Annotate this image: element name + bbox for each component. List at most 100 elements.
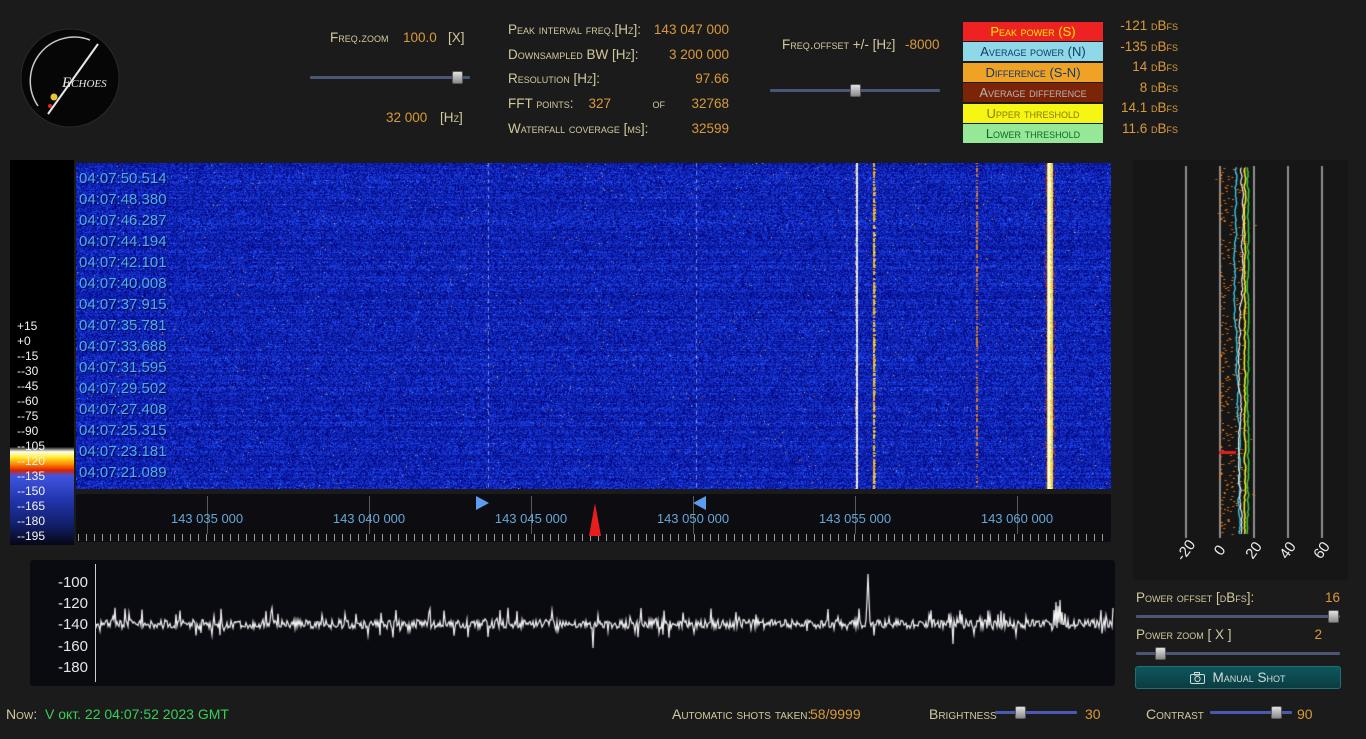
stat-label: Downsampled BW [Hz]: (508, 47, 639, 62)
camera-icon (1190, 672, 1205, 684)
slider-handle[interactable] (1328, 610, 1339, 623)
waterfall-timestamp: 04:07:27.408 (79, 401, 167, 418)
power-zoom-label: Power zoom [ X ] (1136, 627, 1232, 642)
power-offset-slider[interactable] (1136, 609, 1340, 624)
power-zoom-row: Power zoom [ X ] 2 (1136, 627, 1340, 643)
freq-tick-label: 143 055 000 (795, 511, 915, 526)
slider-handle[interactable] (850, 84, 861, 97)
legend-button-6[interactable]: Lower threshold (963, 124, 1103, 143)
freq-zoom-slider[interactable] (310, 70, 470, 85)
spectrum-y-label: -120 (30, 595, 88, 612)
stat-row: Peak interval freq.[Hz]:143 047 000 (508, 22, 729, 47)
db-scale-label: --105 (17, 439, 45, 453)
freq-tick-label: 143 050 000 (633, 511, 753, 526)
waterfall-timestamp: 04:07:33.688 (79, 338, 167, 355)
stat-value: 3 200 000 (669, 47, 729, 62)
freq-offset-label: Freq.offset +/- [Hz] (782, 37, 895, 52)
offset-marker-right-arrow[interactable] (693, 496, 706, 510)
db-scale-label: --135 (17, 469, 45, 483)
freq-span-unit: [Hz] (440, 110, 463, 125)
legend-value-3: 14 dBfs (1096, 57, 1178, 78)
legend-button-4[interactable]: Average difference (963, 83, 1103, 102)
freq-offset-value: -8000 (905, 37, 940, 52)
slider-handle[interactable] (452, 71, 463, 84)
waterfall-timestamp: 04:07:50.514 (79, 170, 167, 187)
freq-zoom-label: Freq.zoom (330, 30, 389, 45)
offset-marker-left-arrow[interactable] (476, 496, 489, 510)
waterfall-timestamp: 04:07:29.502 (79, 380, 167, 397)
freq-tick-label: 143 045 000 (471, 511, 591, 526)
db-scale-label: --75 (17, 409, 38, 423)
slider-handle[interactable] (1155, 647, 1166, 660)
power-zoom-value: 2 (1314, 627, 1322, 642)
waterfall-timestamp: 04:07:25.315 (79, 422, 167, 439)
db-scale-label: --90 (17, 424, 38, 438)
power-zoom-slider[interactable] (1136, 646, 1340, 661)
stat-row: Downsampled BW [Hz]: 3 200 000 (508, 47, 729, 72)
power-offset-label: Power offset [dBfs]: (1136, 590, 1254, 605)
freq-offset-slider[interactable] (770, 83, 940, 98)
legend-value-6: 11.6 dBfs (1096, 119, 1178, 140)
db-scale-label: --30 (17, 364, 38, 378)
now-label: Now: (6, 706, 37, 722)
legend-value-2: -135 dBfs (1096, 37, 1178, 58)
stat-value: 32599 (691, 121, 729, 136)
db-scale-label: --120 (17, 454, 45, 468)
stat-label: FFT points: (508, 96, 574, 111)
waterfall-timestamp: 04:07:44.194 (79, 233, 167, 250)
brightness-slider[interactable] (995, 705, 1077, 720)
slider-groove (1136, 615, 1340, 618)
stat-row: Resolution [Hz]:97.66 (508, 71, 729, 96)
power-offset-row: Power offset [dBfs]: 16 (1136, 590, 1340, 606)
legend-button-5[interactable]: Upper threshold (963, 104, 1103, 123)
side-spectrum-traces (1133, 160, 1348, 580)
echoes-main-window: Echoes Freq.zoom 100.0 [X] 32 000 [Hz] P… (0, 0, 1366, 739)
brightness-label: Brightness (929, 706, 997, 722)
now-value: V окт. 22 04:07:52 2023 GMT (45, 706, 229, 722)
legend-button-2[interactable]: Average power (N) (963, 42, 1103, 61)
slider-handle[interactable] (1271, 706, 1282, 719)
slider-handle[interactable] (1015, 706, 1026, 719)
db-scale-label: --165 (17, 499, 45, 513)
waterfall-display[interactable] (76, 163, 1111, 489)
waterfall-timestamp: 04:07:37.915 (79, 296, 167, 313)
db-scale-label: --150 (17, 484, 45, 498)
stat-value: 97.66 (695, 71, 729, 86)
waterfall-timestamp: 04:07:42.101 (79, 254, 167, 271)
legend-button-1[interactable]: Peak power (S) (963, 22, 1103, 41)
manual-shot-button[interactable]: Manual Shot (1135, 666, 1341, 689)
db-scale-label: --180 (17, 514, 45, 528)
stats-panel: Peak interval freq.[Hz]:143 047 000Downs… (508, 22, 729, 145)
echoes-logo-image: Echoes (20, 28, 120, 128)
contrast-label: Contrast (1146, 706, 1204, 722)
shots-label: Automatic shots taken: (672, 706, 811, 722)
logo-text: Echoes (61, 75, 107, 91)
legend-buttons: Peak power (S)Average power (N) Differenc… (963, 22, 1103, 144)
side-spectrum-panel: -200204060 (1133, 160, 1348, 580)
freq-tick-label: 143 035 000 (147, 511, 267, 526)
spectrum-y-label: -100 (30, 574, 88, 591)
waterfall-timestamp: 04:07:31.595 (79, 359, 167, 376)
legend-values: -121 dBfs-135 dBfs14 dBfs8 dBfs14.1 dBfs… (1096, 16, 1178, 140)
shots-value: 58/9999 (810, 706, 861, 722)
echoes-logo: Echoes (20, 28, 120, 128)
stat-of: of (653, 96, 666, 111)
waterfall-timestamps: 04:07:50.51404:07:48.38004:07:46.28704:0… (79, 163, 229, 489)
db-scale-label: --15 (17, 349, 38, 363)
freq-span-value: 32 000 (386, 110, 427, 125)
stat-label: Peak interval freq.[Hz]: (508, 22, 641, 37)
stat-value: 327 (588, 96, 611, 111)
manual-shot-label: Manual Shot (1212, 670, 1285, 685)
power-spectrum-panel: -100-120-140-160-180 (30, 560, 1115, 686)
db-scale-label: --45 (17, 379, 38, 393)
freq-zoom-unit: [X] (448, 30, 465, 45)
stat-row: Waterfall coverage [ms]:32599 (508, 121, 729, 146)
stat-row: FFT points:327of32768 (508, 96, 729, 121)
slider-groove (1136, 652, 1340, 655)
legend-value-5: 14.1 dBfs (1096, 98, 1178, 119)
brightness-value: 30 (1085, 706, 1101, 722)
waterfall-timestamp: 04:07:46.287 (79, 212, 167, 229)
waterfall-timestamp: 04:07:21.089 (79, 464, 167, 481)
legend-button-3[interactable]: Difference (S-N) (963, 63, 1103, 82)
contrast-slider[interactable] (1210, 705, 1292, 720)
